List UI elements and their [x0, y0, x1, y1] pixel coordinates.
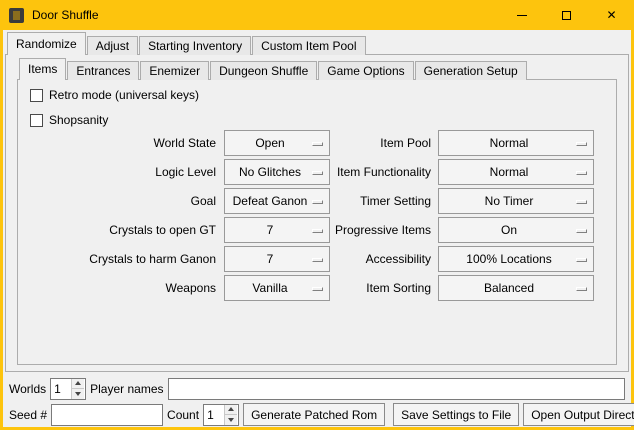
worlds-spin-up-button[interactable]: [72, 379, 84, 390]
outer-tab-bar: Randomize Adjust Starting Inventory Cust…: [7, 32, 367, 55]
close-icon: ✕: [606, 9, 616, 21]
accessibility-label: Accessibility: [234, 246, 431, 272]
worlds-spinbox[interactable]: [50, 378, 86, 400]
retro-mode-checkbox[interactable]: Retro mode (universal keys): [30, 88, 199, 102]
app-icon: [9, 8, 24, 23]
seed-label: Seed #: [9, 408, 47, 422]
tab-randomize[interactable]: Randomize: [7, 32, 86, 55]
spinbox-arrows: [71, 379, 84, 399]
field-row: Crystals to open GT 7 Progressive Items …: [18, 217, 616, 243]
dropdown-value: On: [501, 223, 531, 237]
goal-label: Goal: [18, 188, 216, 214]
weapons-label: Weapons: [18, 275, 216, 301]
field-row: Goal Defeat Ganon Timer Setting No Timer: [18, 188, 616, 214]
worlds-spinbox-input[interactable]: [51, 379, 71, 399]
field-row: Logic Level No Glitches Item Functionali…: [18, 159, 616, 185]
window-title: Door Shuffle: [32, 8, 99, 22]
tab-dungeon-shuffle[interactable]: Dungeon Shuffle: [210, 61, 317, 80]
checkbox-box[interactable]: [30, 114, 43, 127]
maximize-icon: [562, 11, 571, 20]
tab-items[interactable]: Items: [19, 58, 66, 80]
count-spin-up-button[interactable]: [225, 405, 237, 416]
close-button[interactable]: ✕: [589, 0, 634, 30]
tab-starting-inventory[interactable]: Starting Inventory: [139, 36, 251, 55]
field-row: World State Open Item Pool Normal: [18, 130, 616, 156]
field-row: Weapons Vanilla Item Sorting Balanced: [18, 275, 616, 301]
dropdown-value: No Timer: [485, 194, 548, 208]
shopsanity-checkbox[interactable]: Shopsanity: [30, 113, 108, 127]
dropdown-value: Normal: [490, 165, 543, 179]
spinbox-arrows: [224, 405, 237, 425]
item-pool-label: Item Pool: [234, 130, 431, 156]
progressive-items-label: Progressive Items: [234, 217, 431, 243]
window: Door Shuffle ✕ Randomize Adjust Starting…: [0, 0, 634, 430]
dropdown-indicator-icon: [576, 171, 587, 175]
crystals-harm-ganon-label: Crystals to harm Ganon: [18, 246, 216, 272]
accessibility-dropdown[interactable]: 100% Locations: [438, 246, 594, 272]
minimize-button[interactable]: [499, 0, 544, 30]
tab-enemizer[interactable]: Enemizer: [140, 61, 209, 80]
dropdown-value: 100% Locations: [466, 252, 565, 266]
timer-setting-dropdown[interactable]: No Timer: [438, 188, 594, 214]
dropdown-indicator-icon: [576, 287, 587, 291]
minimize-icon: [517, 15, 527, 16]
worlds-row: Worlds Player names: [5, 377, 629, 400]
down-arrow-icon: [228, 418, 234, 422]
save-settings-button[interactable]: Save Settings to File: [393, 403, 519, 426]
dropdown-indicator-icon: [576, 200, 587, 204]
player-names-label: Player names: [90, 382, 163, 396]
open-output-directory-button[interactable]: Open Output Directory: [523, 403, 634, 426]
worlds-label: Worlds: [9, 382, 46, 396]
tab-custom-item-pool[interactable]: Custom Item Pool: [252, 36, 365, 55]
timer-setting-label: Timer Setting: [234, 188, 431, 214]
tab-game-options[interactable]: Game Options: [318, 61, 413, 80]
up-arrow-icon: [75, 381, 81, 385]
dropdown-value: Normal: [490, 136, 543, 150]
seed-input[interactable]: [51, 404, 163, 426]
items-pane: Retro mode (universal keys) Shopsanity W…: [17, 79, 617, 365]
tab-generation-setup[interactable]: Generation Setup: [415, 61, 527, 80]
count-spin-down-button[interactable]: [225, 415, 237, 425]
down-arrow-icon: [75, 392, 81, 396]
dropdown-value: Balanced: [484, 281, 548, 295]
world-state-label: World State: [18, 130, 216, 156]
dropdown-indicator-icon: [576, 229, 587, 233]
count-label: Count: [167, 408, 199, 422]
count-spinbox[interactable]: [203, 404, 239, 426]
content-area: Randomize Adjust Starting Inventory Cust…: [3, 30, 631, 427]
window-controls: ✕: [499, 0, 634, 30]
item-sorting-label: Item Sorting: [234, 275, 431, 301]
titlebar: Door Shuffle ✕: [0, 0, 634, 30]
tab-adjust[interactable]: Adjust: [87, 36, 138, 55]
player-names-input[interactable]: [168, 378, 626, 400]
progressive-items-dropdown[interactable]: On: [438, 217, 594, 243]
checkbox-box[interactable]: [30, 89, 43, 102]
up-arrow-icon: [228, 407, 234, 411]
maximize-button[interactable]: [544, 0, 589, 30]
checkbox-label: Retro mode (universal keys): [49, 88, 199, 102]
field-row: Crystals to harm Ganon 7 Accessibility 1…: [18, 246, 616, 272]
crystals-open-gt-label: Crystals to open GT: [18, 217, 216, 243]
seed-row: Seed # Count Generate Patched Rom Save S…: [5, 403, 629, 426]
count-spinbox-input[interactable]: [204, 405, 224, 425]
item-pool-dropdown[interactable]: Normal: [438, 130, 594, 156]
worlds-spin-down-button[interactable]: [72, 389, 84, 399]
item-functionality-dropdown[interactable]: Normal: [438, 159, 594, 185]
generate-patched-rom-button[interactable]: Generate Patched Rom: [243, 403, 385, 426]
item-functionality-label: Item Functionality: [234, 159, 431, 185]
inner-tab-bar: Items Entrances Enemizer Dungeon Shuffle…: [19, 58, 528, 80]
checkbox-label: Shopsanity: [49, 113, 108, 127]
tab-entrances[interactable]: Entrances: [67, 61, 139, 80]
dropdown-indicator-icon: [576, 258, 587, 262]
item-sorting-dropdown[interactable]: Balanced: [438, 275, 594, 301]
dropdown-indicator-icon: [576, 142, 587, 146]
logic-level-label: Logic Level: [18, 159, 216, 185]
